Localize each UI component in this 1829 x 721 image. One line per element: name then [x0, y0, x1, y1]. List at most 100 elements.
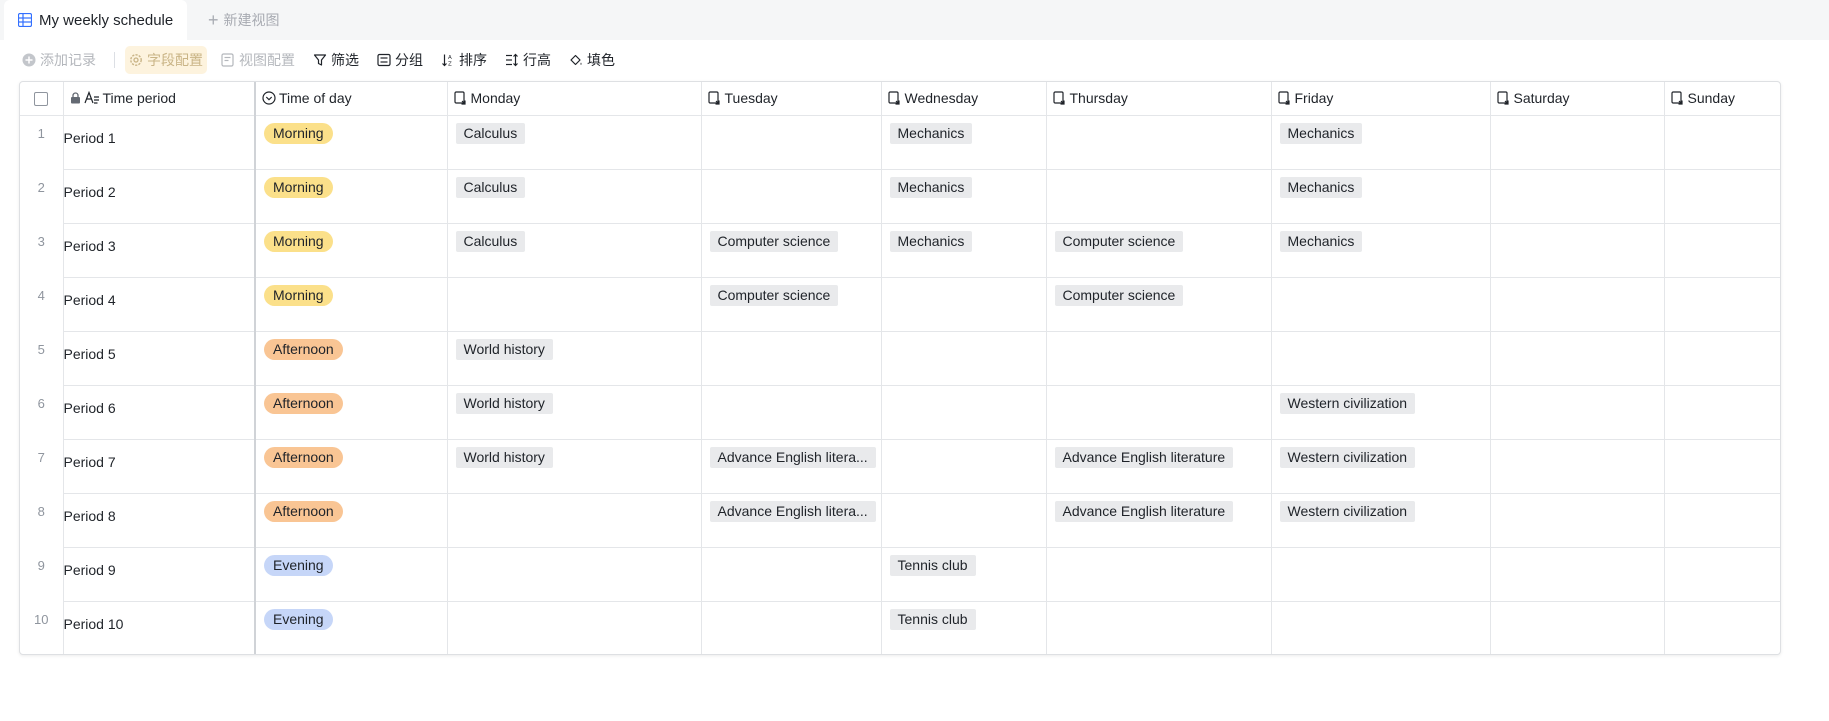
- cell-friday[interactable]: [1271, 331, 1491, 386]
- cell-monday[interactable]: World history: [447, 385, 702, 440]
- column-header-monday[interactable]: Monday: [447, 82, 702, 116]
- row-index[interactable]: 3: [20, 223, 64, 277]
- row-index[interactable]: 6: [20, 385, 64, 439]
- cell-time-of-day[interactable]: Evening: [255, 601, 448, 654]
- column-header-thursday[interactable]: Thursday: [1046, 82, 1272, 116]
- cell-wednesday[interactable]: [881, 385, 1047, 440]
- cell-time-of-day[interactable]: Morning: [255, 277, 448, 332]
- cell-sunday[interactable]: [1664, 115, 1780, 170]
- cell-time-of-day[interactable]: Morning: [255, 223, 448, 278]
- select-all-checkbox[interactable]: [34, 92, 49, 107]
- cell-time-period[interactable]: Period 8: [63, 493, 256, 548]
- cell-sunday[interactable]: [1664, 385, 1780, 440]
- cell-wednesday[interactable]: Tennis club: [881, 601, 1047, 654]
- linked-record-tag[interactable]: Mechanics: [1279, 176, 1363, 198]
- cell-thursday[interactable]: [1046, 385, 1272, 440]
- table-row[interactable]: 10 Period 10 Evening Tennis club: [20, 601, 1780, 654]
- cell-sunday[interactable]: [1664, 169, 1780, 224]
- linked-record-tag[interactable]: Calculus: [455, 230, 526, 252]
- cell-friday[interactable]: Western civilization: [1271, 439, 1491, 494]
- cell-tuesday[interactable]: [701, 115, 882, 170]
- column-header-friday[interactable]: Friday: [1271, 82, 1491, 116]
- cell-time-period[interactable]: Period 6: [63, 385, 256, 440]
- cell-friday[interactable]: [1271, 277, 1491, 332]
- cell-sunday[interactable]: [1664, 223, 1780, 278]
- row-index[interactable]: 9: [20, 547, 64, 601]
- cell-wednesday[interactable]: [881, 277, 1047, 332]
- cell-time-period[interactable]: Period 1: [63, 115, 256, 170]
- view-config-button[interactable]: 视图配置: [217, 46, 299, 74]
- cell-sunday[interactable]: [1664, 331, 1780, 386]
- cell-thursday[interactable]: Advance English literature: [1046, 439, 1272, 494]
- cell-thursday[interactable]: Computer science: [1046, 277, 1272, 332]
- cell-thursday[interactable]: Advance English literature: [1046, 493, 1272, 548]
- column-header-time-period[interactable]: Time period: [63, 82, 256, 116]
- cell-sunday[interactable]: [1664, 601, 1780, 654]
- table-row[interactable]: 9 Period 9 Evening Tennis club: [20, 547, 1780, 602]
- cell-saturday[interactable]: [1490, 223, 1665, 278]
- cell-time-period[interactable]: Period 7: [63, 439, 256, 494]
- cell-sunday[interactable]: [1664, 277, 1780, 332]
- table-row[interactable]: 6 Period 6 Afternoon World history Western c…: [20, 385, 1780, 440]
- linked-record-tag[interactable]: Mechanics: [889, 230, 973, 252]
- cell-time-of-day[interactable]: Evening: [255, 547, 448, 602]
- linked-record-tag[interactable]: Western civilization: [1279, 500, 1416, 522]
- cell-monday[interactable]: [447, 601, 702, 654]
- cell-wednesday[interactable]: [881, 439, 1047, 494]
- cell-wednesday[interactable]: [881, 331, 1047, 386]
- row-index[interactable]: 2: [20, 169, 64, 223]
- cell-time-of-day[interactable]: Afternoon: [255, 331, 448, 386]
- cell-tuesday[interactable]: Advance English litera...: [701, 493, 882, 548]
- linked-record-tag[interactable]: Tennis club: [889, 608, 976, 630]
- cell-monday[interactable]: World history: [447, 331, 702, 386]
- cell-time-period[interactable]: Period 3: [63, 223, 256, 278]
- row-index[interactable]: 5: [20, 331, 64, 385]
- linked-record-tag[interactable]: Advance English litera...: [709, 500, 876, 522]
- cell-sunday[interactable]: [1664, 493, 1780, 548]
- cell-monday[interactable]: [447, 547, 702, 602]
- linked-record-tag[interactable]: World history: [455, 446, 553, 468]
- cell-thursday[interactable]: [1046, 115, 1272, 170]
- row-index[interactable]: 8: [20, 493, 64, 547]
- cell-time-period[interactable]: Period 10: [63, 601, 256, 654]
- cell-saturday[interactable]: [1490, 601, 1665, 654]
- linked-record-tag[interactable]: Mechanics: [1279, 122, 1363, 144]
- row-index[interactable]: 1: [20, 115, 64, 169]
- add-record-button[interactable]: 添加记录: [18, 46, 100, 74]
- cell-tuesday[interactable]: [701, 169, 882, 224]
- cell-tuesday[interactable]: Computer science: [701, 277, 882, 332]
- cell-friday[interactable]: [1271, 601, 1491, 654]
- table-row[interactable]: 3 Period 3 Morning Calculus Computer science…: [20, 223, 1780, 278]
- cell-friday[interactable]: Western civilization: [1271, 493, 1491, 548]
- sort-button[interactable]: A Z 排序: [437, 46, 491, 74]
- row-index[interactable]: 4: [20, 277, 64, 331]
- column-header-time-of-day[interactable]: Time of day: [255, 82, 448, 116]
- column-header-tuesday[interactable]: Tuesday: [701, 82, 882, 116]
- cell-monday[interactable]: Calculus: [447, 169, 702, 224]
- linked-record-tag[interactable]: Calculus: [455, 176, 526, 198]
- cell-tuesday[interactable]: [701, 547, 882, 602]
- table-row[interactable]: 4 Period 4 Morning Computer science Computer…: [20, 277, 1780, 332]
- column-header-wednesday[interactable]: Wednesday: [881, 82, 1047, 116]
- cell-wednesday[interactable]: Mechanics: [881, 115, 1047, 170]
- cell-time-period[interactable]: Period 4: [63, 277, 256, 332]
- cell-saturday[interactable]: [1490, 115, 1665, 170]
- linked-record-tag[interactable]: Computer science: [1054, 230, 1184, 252]
- cell-thursday[interactable]: [1046, 601, 1272, 654]
- cell-monday[interactable]: [447, 493, 702, 548]
- linked-record-tag[interactable]: World history: [455, 338, 553, 360]
- cell-time-of-day[interactable]: Afternoon: [255, 493, 448, 548]
- column-header-saturday[interactable]: Saturday: [1490, 82, 1665, 116]
- cell-tuesday[interactable]: Computer science: [701, 223, 882, 278]
- table-row[interactable]: 7 Period 7 Afternoon World history Advance E…: [20, 439, 1780, 494]
- cell-friday[interactable]: Mechanics: [1271, 223, 1491, 278]
- linked-record-tag[interactable]: Western civilization: [1279, 392, 1416, 414]
- linked-record-tag[interactable]: Calculus: [455, 122, 526, 144]
- cell-wednesday[interactable]: Mechanics: [881, 169, 1047, 224]
- new-view-button[interactable]: + 新建视图: [208, 0, 280, 40]
- cell-sunday[interactable]: [1664, 439, 1780, 494]
- cell-wednesday[interactable]: Mechanics: [881, 223, 1047, 278]
- cell-wednesday[interactable]: [881, 493, 1047, 548]
- table-row[interactable]: 2 Period 2 Morning Calculus Mechanics Mechani…: [20, 169, 1780, 224]
- cell-friday[interactable]: Mechanics: [1271, 115, 1491, 170]
